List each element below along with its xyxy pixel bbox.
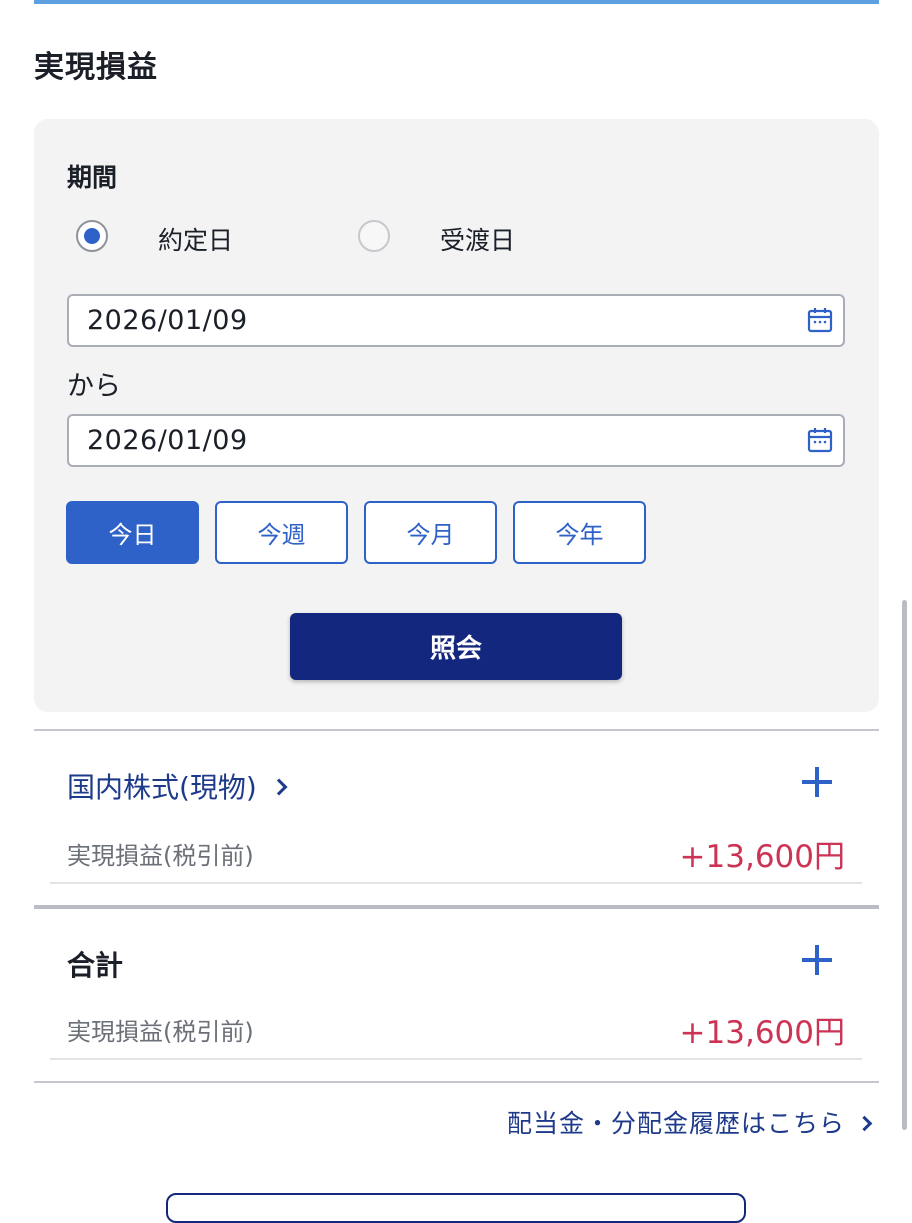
to-date-value: 2026/01/09 [87, 425, 248, 456]
total-realized-pl-value: +13,600円 [679, 1015, 845, 1051]
calendar-icon[interactable] [807, 427, 833, 453]
search-button[interactable]: 照会 [290, 613, 622, 680]
row-divider [50, 882, 862, 884]
expand-plus-icon[interactable] [802, 945, 832, 975]
total-realized-pl-label: 実現損益(税引前) [67, 1018, 254, 1046]
domestic-stock-title: 国内株式(現物) [67, 771, 257, 804]
to-date-field[interactable]: 2026/01/09 [67, 414, 845, 467]
quick-btn-this-week[interactable]: 今週 [215, 501, 348, 564]
domestic-realized-pl-value: +13,600円 [679, 839, 845, 875]
section-divider [34, 1081, 879, 1083]
expand-plus-icon[interactable] [802, 767, 832, 797]
from-date-field[interactable]: 2026/01/09 [67, 294, 845, 347]
radio-trade-date[interactable] [76, 220, 108, 252]
chevron-right-icon [270, 778, 288, 796]
radio-settlement-date-label[interactable]: 受渡日 [440, 221, 515, 257]
quick-btn-this-year[interactable]: 今年 [513, 501, 646, 564]
dividend-history-label: 配当金・分配金履歴はこちら [506, 1109, 845, 1138]
from-date-value: 2026/01/09 [87, 305, 248, 336]
radio-settlement-date[interactable] [358, 220, 390, 252]
bottom-button[interactable] [166, 1193, 746, 1223]
dividend-history-link[interactable]: 配当金・分配金履歴はこちら [506, 1104, 873, 1140]
section-divider [34, 905, 879, 909]
top-divider [34, 0, 879, 4]
domestic-realized-pl-label: 実現損益(税引前) [67, 842, 254, 870]
page-title: 実現損益 [34, 50, 158, 85]
date-range-separator: から [67, 371, 121, 402]
scrollbar[interactable] [902, 600, 907, 1130]
row-divider [50, 1058, 862, 1060]
quick-btn-today[interactable]: 今日 [66, 501, 199, 564]
chevron-right-icon [856, 1115, 873, 1131]
total-title: 合計 [67, 949, 124, 982]
calendar-icon[interactable] [807, 307, 833, 333]
period-label: 期間 [67, 163, 118, 192]
radio-trade-date-label[interactable]: 約定日 [158, 221, 233, 257]
domestic-stock-link[interactable]: 国内株式(現物) [67, 766, 288, 806]
quick-btn-this-month[interactable]: 今月 [364, 501, 497, 564]
section-divider [34, 729, 879, 731]
